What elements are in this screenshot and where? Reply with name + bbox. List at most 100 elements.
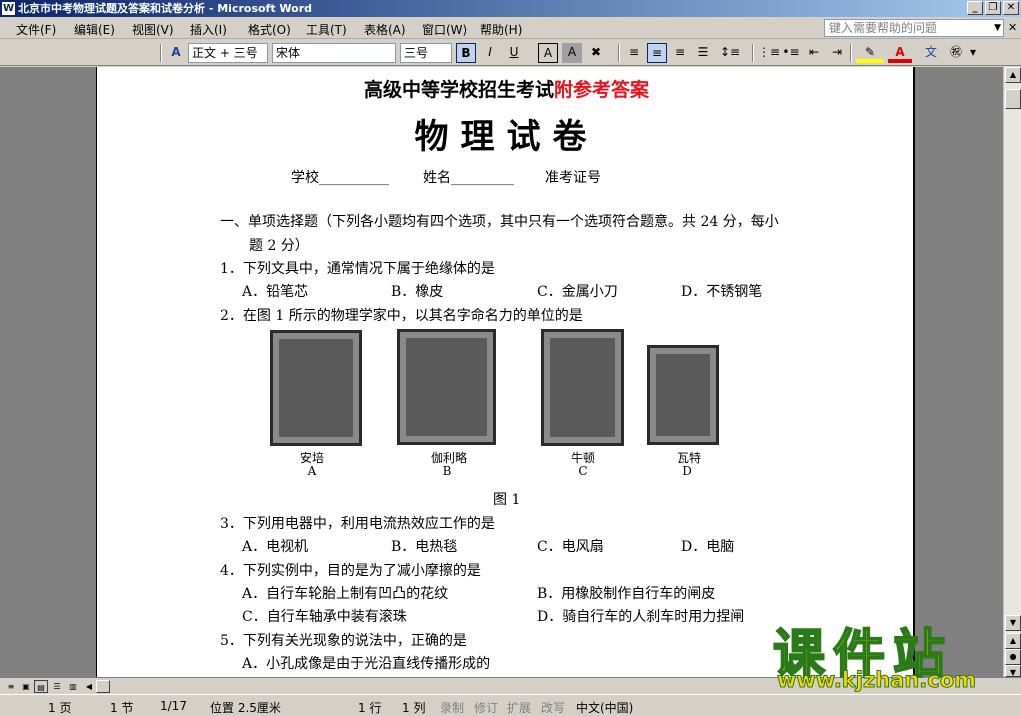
scroll-left-icon[interactable]: ◀ xyxy=(82,680,96,693)
char-shading-button[interactable]: A xyxy=(562,43,582,63)
line-spacing-icon[interactable]: ↕≡ xyxy=(716,43,744,63)
help-search-input[interactable]: 键入需要帮助的问题 ▼ xyxy=(824,19,1004,37)
section-heading: 一、单项选择题（下列各小题均有四个选项，其中只有一个选项符合题意。共 24 分，… xyxy=(220,214,779,230)
left-margin-area xyxy=(0,67,96,677)
help-search-placeholder: 键入需要帮助的问题 xyxy=(829,21,938,35)
stamp-watt xyxy=(647,345,719,445)
q3-option-b: B．电热毯 xyxy=(391,539,458,555)
underline-button[interactable]: U xyxy=(504,43,524,63)
figure-letter-c: C xyxy=(578,464,588,478)
document-page[interactable]: 高级中等学校招生考试附参考答案 物理试卷 学校__________ 姓名____… xyxy=(96,67,915,677)
stamp-newton xyxy=(541,329,624,446)
font-size-value: 三号 xyxy=(404,46,429,60)
bullets-icon[interactable]: •≡ xyxy=(781,43,801,63)
menu-edit[interactable]: 编辑(E) xyxy=(74,21,115,38)
horizontal-scroll-thumb[interactable] xyxy=(96,680,110,693)
q5-option-a: A．小孔成像是由于光沿直线传播形成的 xyxy=(242,656,491,672)
close-document-icon[interactable]: ✕ xyxy=(1008,21,1017,34)
minimize-button[interactable]: _ xyxy=(967,1,983,15)
doc-title: 高级中等学校招生考试附参考答案 xyxy=(97,75,913,102)
menu-view[interactable]: 视图(V) xyxy=(132,21,174,38)
status-page: 1 页 xyxy=(48,701,72,715)
q4-option-d: D．骑自行车的人刹车时用力捏闸 xyxy=(537,609,745,625)
restore-button[interactable]: ❐ xyxy=(985,1,1001,15)
q1-option-a: A．铅笔芯 xyxy=(242,284,309,300)
toolbar-grip[interactable] xyxy=(160,44,162,62)
align-justify-icon[interactable]: ≡ xyxy=(624,43,644,63)
status-column: 1 列 xyxy=(402,701,426,715)
menu-bar: 文件(F) 编辑(E) 视图(V) 插入(I) 格式(O) 工具(T) 表格(A… xyxy=(0,17,1021,39)
menu-window[interactable]: 窗口(W) xyxy=(422,21,467,38)
font-color-icon[interactable]: A xyxy=(888,43,912,63)
reading-view-icon[interactable]: ▥ xyxy=(66,680,80,693)
distributed-align-icon[interactable]: ☰ xyxy=(693,43,713,63)
font-size-select[interactable]: 三号 xyxy=(400,43,452,63)
status-section: 1 节 xyxy=(110,701,134,715)
outline-view-icon[interactable]: ☰ xyxy=(50,680,64,693)
q1-option-b: B．橡皮 xyxy=(391,284,444,300)
increase-indent-icon[interactable]: ⇥ xyxy=(827,43,847,63)
align-right-icon[interactable]: ≡ xyxy=(670,43,690,63)
menu-table[interactable]: 表格(A) xyxy=(364,21,406,38)
bold-button[interactable]: B xyxy=(456,43,476,63)
q1-option-c: C．金属小刀 xyxy=(537,284,618,300)
style-select-value: 正文 + 三号 xyxy=(192,46,258,60)
stamp-galileo xyxy=(397,329,496,445)
enclose-char-icon[interactable]: ㊗ xyxy=(946,43,966,63)
status-pages: 1/17 xyxy=(160,699,187,713)
question-2: 2．在图 1 所示的物理学家中，以其名字命名力的单位的是 xyxy=(220,308,583,324)
menu-insert[interactable]: 插入(I) xyxy=(190,21,227,38)
status-record[interactable]: 录制 xyxy=(440,699,464,716)
figure-letter-d: D xyxy=(682,464,692,478)
doc-heading: 物理试卷 xyxy=(414,117,599,157)
q3-option-a: A．电视机 xyxy=(242,539,309,555)
formatting-toolbar: A 正文 + 三号 宋体 三号 B I U A A ✖ ≡ ≡ ≡ ☰ ↕≡ ⋮… xyxy=(0,40,1021,66)
toolbar-separator xyxy=(618,44,620,62)
stamp-ampere xyxy=(270,330,362,446)
status-extend[interactable]: 扩展 xyxy=(507,699,531,716)
font-select[interactable]: 宋体 xyxy=(272,43,396,63)
char-border-button[interactable]: A xyxy=(538,43,558,63)
close-button[interactable]: ✕ xyxy=(1003,1,1019,15)
menu-file[interactable]: 文件(F) xyxy=(16,21,56,38)
question-4: 4．下列实例中，目的是为了减小摩擦的是 xyxy=(220,563,481,579)
school-field: 学校__________ xyxy=(291,170,389,186)
italic-button[interactable]: I xyxy=(480,43,500,63)
align-center-icon[interactable]: ≡ xyxy=(647,43,667,63)
question-1: 1．下列文具中，通常情况下属于绝缘体的是 xyxy=(220,261,495,277)
menu-format[interactable]: 格式(O) xyxy=(248,21,291,38)
status-overtype[interactable]: 改写 xyxy=(541,699,565,716)
section-heading-cont: 题 2 分） xyxy=(249,238,309,254)
scroll-up-icon[interactable]: ▲ xyxy=(1005,67,1021,83)
numbering-icon[interactable]: ⋮≡ xyxy=(758,43,780,63)
figure-letter-b: B xyxy=(442,464,452,478)
q4-option-c: C．自行车轴承中装有滚珠 xyxy=(242,609,407,625)
toolbar-options-icon[interactable]: ▾ xyxy=(968,43,978,63)
menu-tools[interactable]: 工具(T) xyxy=(306,21,347,38)
print-view-icon[interactable]: ▤ xyxy=(34,680,48,693)
status-track-changes[interactable]: 修订 xyxy=(474,699,498,716)
highlight-icon[interactable]: ✎ xyxy=(856,43,884,63)
style-select[interactable]: 正文 + 三号 xyxy=(188,43,268,63)
styles-pane-icon[interactable]: A xyxy=(166,43,186,63)
decrease-indent-icon[interactable]: ⇤ xyxy=(804,43,824,63)
watermark-url: www.kjzhan.com xyxy=(776,668,977,693)
title-bar: W 北京市中考物理试题及答案和试卷分析 - Microsoft Word _ ❐… xyxy=(0,0,1021,17)
q3-option-c: C．电风扇 xyxy=(537,539,604,555)
word-app-icon[interactable]: W xyxy=(2,2,15,15)
watermark-logo: 课件站 www.kjzhan.com xyxy=(765,612,1015,694)
phonetic-guide-icon[interactable]: 文 xyxy=(920,43,942,63)
scroll-thumb[interactable] xyxy=(1005,89,1021,109)
chevron-down-icon[interactable]: ▼ xyxy=(994,20,1001,36)
char-scale-icon[interactable]: ✖ xyxy=(586,43,606,63)
figure-letter-a: A xyxy=(307,464,317,478)
font-select-value: 宋体 xyxy=(276,46,301,60)
window-title: 北京市中考物理试题及答案和试卷分析 - Microsoft Word xyxy=(18,2,313,15)
figure-caption: 图 1 xyxy=(493,492,521,508)
vertical-scrollbar[interactable]: ▲ ▼ ▲ ● ▼ xyxy=(1003,67,1021,677)
right-margin-area xyxy=(915,67,1003,677)
web-view-icon[interactable]: ▣ xyxy=(19,680,33,693)
q4-option-b: B．用橡胶制作自行车的闸皮 xyxy=(537,586,716,602)
normal-view-icon[interactable]: ≡ xyxy=(4,680,18,693)
menu-help[interactable]: 帮助(H) xyxy=(480,21,522,38)
